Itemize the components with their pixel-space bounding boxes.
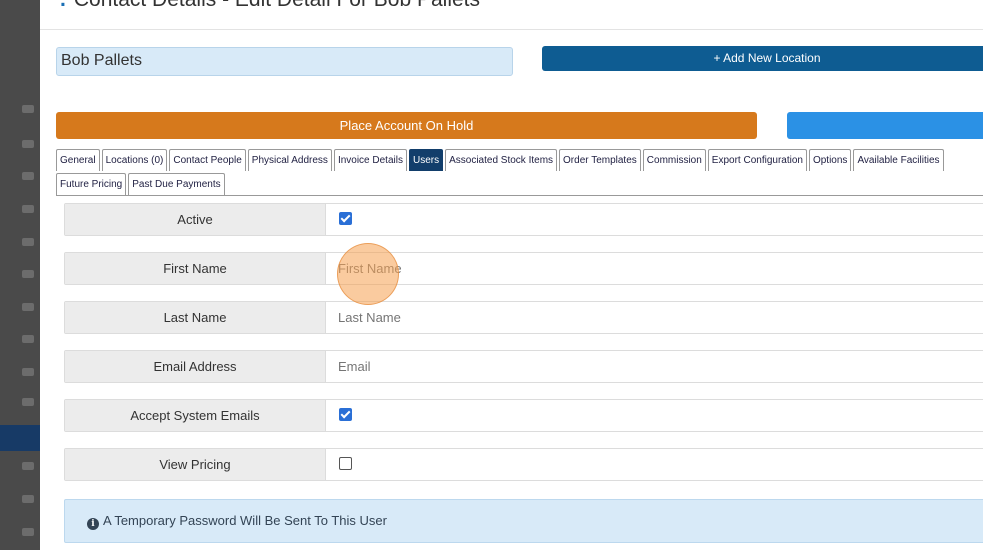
detail-tabs: General Locations (0) Contact People Phy… — [56, 147, 983, 196]
tab-contact-people[interactable]: Contact People — [169, 149, 246, 171]
form-row-accept-emails: Accept System Emails — [64, 399, 983, 432]
tab-order-templates[interactable]: Order Templates — [559, 149, 641, 171]
tab-invoice-details[interactable]: Invoice Details — [333, 149, 407, 171]
tab-options[interactable]: Options — [808, 149, 852, 171]
temporary-password-notice: i A Temporary Password Will Be Sent To Th… — [64, 499, 983, 543]
info-circle-icon: i — [87, 518, 99, 530]
background-sidebar — [0, 0, 40, 550]
tab-associated-stock-items[interactable]: Associated Stock Items — [445, 149, 558, 171]
view-pricing-checkbox[interactable] — [339, 457, 352, 470]
account-name-field[interactable]: Bob Pallets — [56, 47, 513, 76]
contact-details-modal: .Contact Details - Edit Detail For Bob P… — [40, 0, 983, 550]
add-new-location-button[interactable]: + Add New Location — [542, 46, 983, 71]
secondary-action-button[interactable] — [787, 112, 983, 139]
tab-past-due-payments[interactable]: Past Due Payments — [128, 173, 225, 195]
modal-header: .Contact Details - Edit Detail For Bob P… — [40, 0, 983, 30]
first-name-input[interactable] — [338, 253, 838, 284]
tab-available-facilities[interactable]: Available Facilities — [853, 149, 944, 171]
sidebar-icon — [22, 303, 34, 311]
place-account-on-hold-button[interactable]: Place Account On Hold — [56, 112, 757, 139]
active-checkbox[interactable] — [339, 212, 352, 225]
form-row-first-name: First Name — [64, 252, 983, 285]
sidebar-icon — [22, 105, 34, 113]
sidebar-icon — [22, 140, 34, 148]
sidebar-icon — [22, 398, 34, 406]
sidebar-icon — [22, 270, 34, 278]
active-label: Active — [65, 204, 326, 235]
tab-physical-address[interactable]: Physical Address — [247, 149, 332, 171]
sidebar-active-item — [0, 425, 40, 451]
accept-emails-label: Accept System Emails — [65, 400, 326, 431]
last-name-label: Last Name — [65, 302, 326, 333]
tab-users[interactable]: Users — [408, 149, 444, 171]
tab-row-2: Future Pricing Past Due Payments — [56, 171, 983, 195]
form-row-view-pricing: View Pricing — [64, 448, 983, 481]
sidebar-icon — [22, 368, 34, 376]
sidebar-icon — [22, 528, 34, 536]
accept-emails-checkbox[interactable] — [339, 408, 352, 421]
view-pricing-label: View Pricing — [65, 449, 326, 480]
sidebar-icon — [22, 172, 34, 180]
click-highlight-marker — [337, 243, 399, 305]
tab-row-1: General Locations (0) Contact People Phy… — [56, 147, 983, 171]
last-name-input[interactable] — [338, 302, 838, 333]
sidebar-icon — [22, 335, 34, 343]
tab-divider — [56, 195, 983, 196]
first-name-label: First Name — [65, 253, 326, 284]
modal-title: .Contact Details - Edit Detail For Bob P… — [60, 0, 480, 12]
sidebar-icon — [22, 238, 34, 246]
sidebar-icon — [22, 205, 34, 213]
form-row-last-name: Last Name — [64, 301, 983, 334]
sidebar-icon — [22, 462, 34, 470]
form-row-active: Active — [64, 203, 983, 236]
email-label: Email Address — [65, 351, 326, 382]
tab-commission[interactable]: Commission — [642, 149, 706, 171]
email-input[interactable] — [338, 351, 838, 382]
form-row-email: Email Address — [64, 350, 983, 383]
tab-locations[interactable]: Locations (0) — [101, 149, 168, 171]
tab-future-pricing[interactable]: Future Pricing — [56, 173, 127, 195]
notice-text: A Temporary Password Will Be Sent To Thi… — [103, 513, 387, 528]
sidebar-icon — [22, 495, 34, 503]
tab-export-configuration[interactable]: Export Configuration — [707, 149, 807, 171]
tab-general[interactable]: General — [56, 149, 100, 171]
